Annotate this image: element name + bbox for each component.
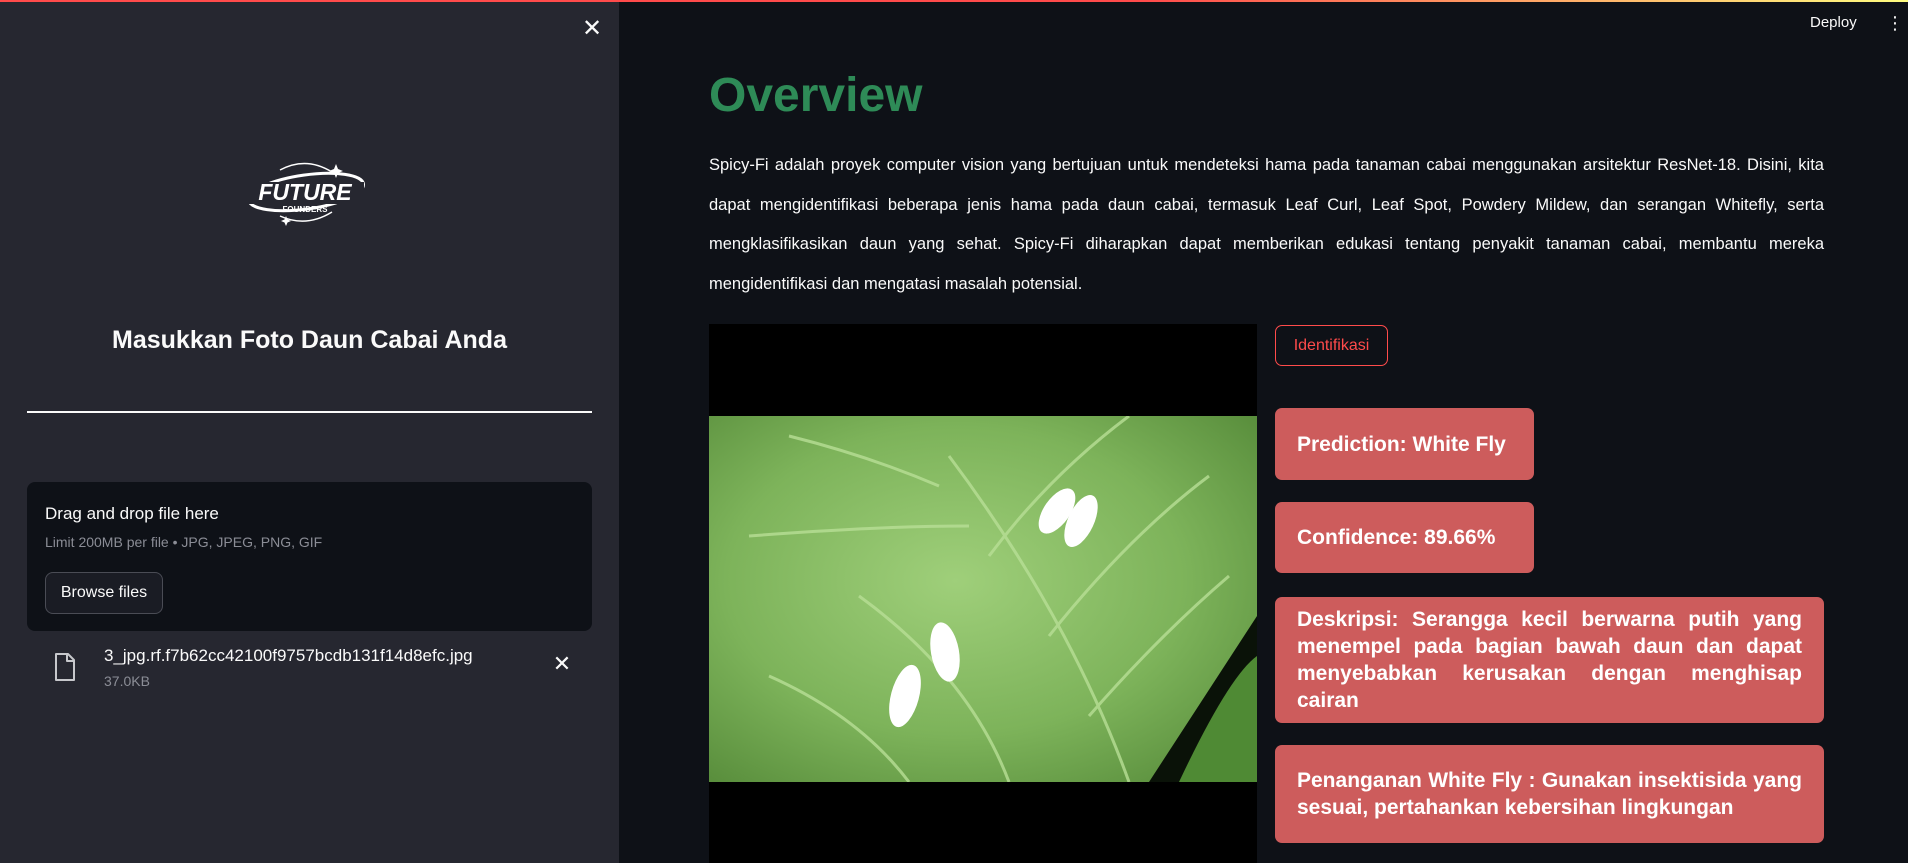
chili-leaf-image [709, 416, 1257, 782]
treatment-card: Penanganan White Fly : Gunakan insektisi… [1275, 745, 1824, 843]
uploaded-file-item: 3_jpg.rf.f7b62cc42100f9757bcdb131f14d8ef… [27, 636, 592, 696]
sidebar: ✕ FUTURE FOUNDERS Masukkan Foto Daun Cab… [0, 0, 619, 863]
future-founders-logo: FUTURE FOUNDERS [246, 162, 365, 226]
prediction-card: Prediction: White Fly [1275, 408, 1534, 480]
close-sidebar-icon[interactable]: ✕ [580, 15, 604, 42]
page-title: Overview [709, 69, 923, 122]
sidebar-title: Masukkan Foto Daun Cabai Anda [112, 326, 507, 354]
file-size: 37.0KB [104, 673, 150, 689]
browse-files-button[interactable]: Browse files [45, 572, 163, 614]
main-menu-icon[interactable]: ⋮ [1886, 14, 1904, 36]
top-accent-bar [0, 0, 1908, 2]
deploy-button[interactable]: Deploy [1810, 14, 1857, 31]
dropzone-limit-text: Limit 200MB per file • JPG, JPEG, PNG, G… [45, 534, 323, 550]
overview-description: Spicy-Fi adalah proyek computer vision y… [709, 156, 1824, 293]
identify-button[interactable]: Identifikasi [1275, 325, 1388, 366]
uploaded-image-preview [709, 324, 1257, 863]
remove-file-icon[interactable]: ✕ [550, 651, 574, 676]
file-icon [55, 653, 75, 681]
confidence-card: Confidence: 89.66% [1275, 502, 1534, 573]
svg-text:FUTURE: FUTURE [258, 179, 352, 205]
dropzone-title: Drag and drop file here [45, 504, 219, 523]
file-dropzone[interactable]: Drag and drop file here Limit 200MB per … [27, 482, 592, 631]
file-name: 3_jpg.rf.f7b62cc42100f9757bcdb131f14d8ef… [104, 646, 473, 665]
sidebar-divider [27, 411, 592, 413]
svg-text:FOUNDERS: FOUNDERS [283, 205, 329, 214]
description-card: Deskripsi: Serangga kecil berwarna putih… [1275, 597, 1824, 723]
